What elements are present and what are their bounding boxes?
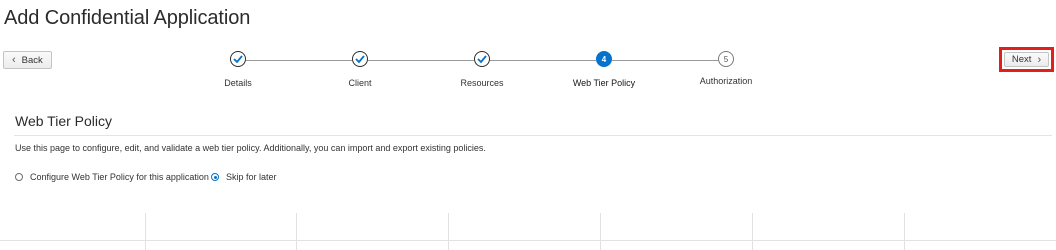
step-label-web-tier-policy[interactable]: Web Tier Policy [573, 78, 635, 88]
step-label-client[interactable]: Client [348, 78, 371, 88]
back-button[interactable]: ‹ Back [3, 51, 52, 69]
grid-divider [0, 240, 1056, 241]
train-connector [612, 60, 718, 61]
next-button-label: Next [1011, 54, 1032, 65]
step-authorization-indicator[interactable]: 5 [718, 51, 734, 67]
train-connector [368, 60, 474, 61]
step-details-check-icon[interactable] [230, 51, 246, 67]
grid-divider [600, 213, 601, 250]
next-button[interactable]: Next › [1004, 52, 1049, 67]
radio-button-selected-icon[interactable] [211, 173, 219, 181]
step-label-authorization[interactable]: Authorization [700, 76, 753, 86]
section-description: Use this page to configure, edit, and va… [15, 143, 486, 153]
train-connector [246, 60, 352, 61]
step-label-resources[interactable]: Resources [460, 78, 503, 88]
radio-configure-web-tier-policy[interactable]: Configure Web Tier Policy for this appli… [15, 172, 209, 182]
section-divider [14, 135, 1052, 136]
grid-divider [752, 213, 753, 250]
page-title: Add Confidential Application [4, 7, 251, 29]
section-title: Web Tier Policy [15, 113, 112, 129]
grid-divider [904, 213, 905, 250]
radio-button-icon[interactable] [15, 173, 23, 181]
grid-divider [448, 213, 449, 250]
chevron-left-icon: ‹ [12, 54, 16, 66]
step-client-check-icon[interactable] [352, 51, 368, 67]
next-button-highlight: Next › [999, 47, 1054, 72]
radio-label: Skip for later [226, 172, 277, 182]
train-connector [490, 60, 596, 61]
step-resources-check-icon[interactable] [474, 51, 490, 67]
grid-divider [296, 213, 297, 250]
step-label-details[interactable]: Details [224, 78, 252, 88]
back-button-label: Back [21, 54, 43, 66]
radio-label: Configure Web Tier Policy for this appli… [30, 172, 209, 182]
radio-skip-for-later[interactable]: Skip for later [211, 172, 277, 182]
grid-divider [145, 213, 146, 250]
chevron-right-icon: › [1037, 53, 1042, 66]
step-web-tier-policy-indicator[interactable]: 4 [596, 51, 612, 67]
